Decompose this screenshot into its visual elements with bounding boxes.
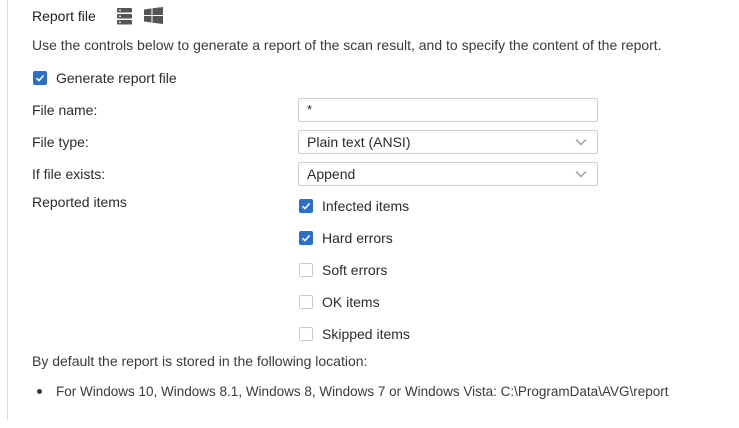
infected-items-label[interactable]: Infected items bbox=[322, 198, 409, 214]
generate-report-checkbox[interactable] bbox=[33, 71, 47, 85]
soft-errors-checkbox[interactable] bbox=[299, 263, 313, 277]
server-stack-icon bbox=[117, 8, 132, 25]
hard-errors-checkbox[interactable] bbox=[299, 231, 313, 245]
chevron-down-icon bbox=[575, 171, 587, 178]
file-name-input[interactable]: * bbox=[298, 98, 598, 122]
default-location-intro: By default the report is stored in the f… bbox=[32, 353, 368, 369]
ok-items-label[interactable]: OK items bbox=[322, 294, 380, 310]
generate-report-label[interactable]: Generate report file bbox=[56, 70, 177, 86]
list-bullet bbox=[37, 389, 42, 394]
file-type-value: Plain text (ANSI) bbox=[307, 134, 411, 150]
hard-errors-label[interactable]: Hard errors bbox=[322, 230, 393, 246]
skipped-items-label[interactable]: Skipped items bbox=[322, 326, 410, 342]
section-description: Use the controls below to generate a rep… bbox=[32, 37, 662, 53]
infected-items-checkbox[interactable] bbox=[299, 199, 313, 213]
reported-items-label: Reported items bbox=[32, 194, 127, 210]
default-location-item: For Windows 10, Windows 8.1, Windows 8, … bbox=[56, 384, 669, 399]
if-file-exists-value: Append bbox=[307, 166, 356, 182]
chevron-down-icon bbox=[575, 139, 587, 146]
file-type-select[interactable]: Plain text (ANSI) bbox=[298, 130, 598, 154]
soft-errors-label[interactable]: Soft errors bbox=[322, 262, 387, 278]
if-file-exists-select[interactable]: Append bbox=[298, 162, 598, 186]
ok-items-checkbox[interactable] bbox=[299, 295, 313, 309]
file-type-label: File type: bbox=[32, 134, 89, 150]
file-name-label: File name: bbox=[32, 102, 98, 118]
if-file-exists-label: If file exists: bbox=[32, 166, 106, 182]
windows-logo-icon bbox=[144, 7, 163, 24]
skipped-items-checkbox[interactable] bbox=[299, 327, 313, 341]
section-title: Report file bbox=[32, 8, 96, 24]
left-border-line bbox=[7, 0, 8, 420]
